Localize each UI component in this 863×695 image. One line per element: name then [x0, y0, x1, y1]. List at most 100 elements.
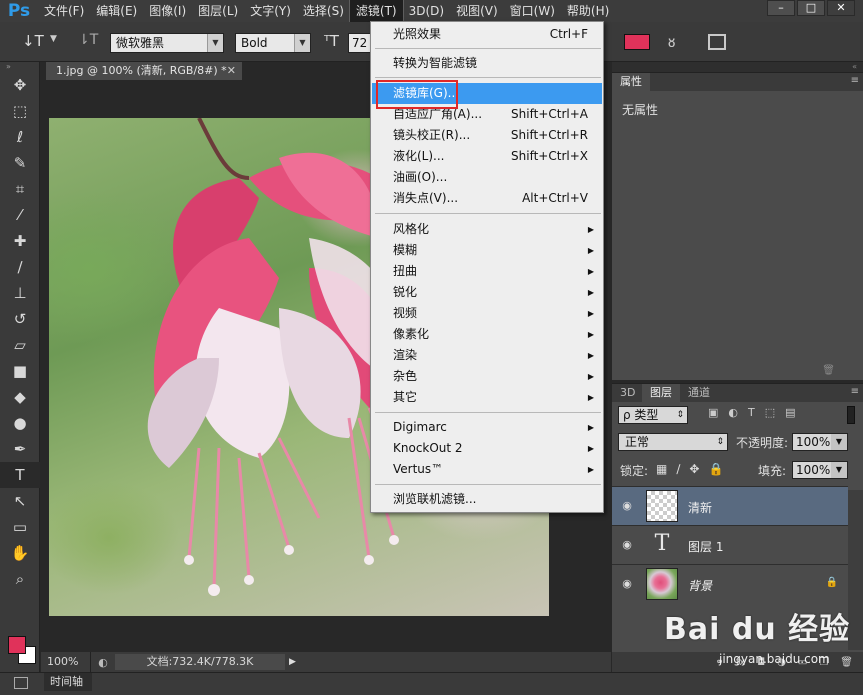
- close-tab-icon[interactable]: ✕: [227, 62, 236, 80]
- menu-item-oil-paint[interactable]: 油画(O)...: [372, 167, 602, 188]
- clone-stamp-tool-icon[interactable]: ⊥: [0, 280, 40, 306]
- menu-item-other[interactable]: 其它 ▶: [372, 387, 602, 408]
- eye-icon[interactable]: ◉: [620, 538, 634, 551]
- trash-icon[interactable]: 🗑: [822, 365, 835, 376]
- maximize-button[interactable]: □: [797, 0, 825, 16]
- type-tool-icon[interactable]: T: [0, 462, 40, 488]
- text-orientation-icon[interactable]: ⇂T: [78, 32, 98, 48]
- menu-window[interactable]: 窗口(W): [504, 0, 561, 22]
- character-panel-icon[interactable]: [708, 34, 726, 50]
- smart-object-filter-icon[interactable]: ▤: [785, 406, 795, 419]
- move-tool-icon[interactable]: ✥: [0, 72, 40, 98]
- blend-mode-select[interactable]: 正常 ⇕: [618, 433, 728, 451]
- rectangle-tool-icon[interactable]: ▭: [0, 514, 40, 540]
- tool-preset-dropdown-icon[interactable]: ▼: [50, 34, 57, 44]
- menu-item-pixelate[interactable]: 像素化 ▶: [372, 324, 602, 345]
- warp-text-icon[interactable]: ᴕ: [668, 32, 675, 52]
- font-family-select[interactable]: 微软雅黑 ▼: [110, 33, 224, 53]
- layer-row[interactable]: ◉ 清新: [612, 486, 848, 525]
- status-info-icon[interactable]: ◐: [91, 656, 115, 669]
- menu-item-video[interactable]: 视频 ▶: [372, 303, 602, 324]
- pixel-filter-icon[interactable]: ▣: [708, 406, 718, 419]
- lock-pixels-icon[interactable]: ∕: [676, 462, 680, 476]
- menu-item-blur[interactable]: 模糊 ▶: [372, 240, 602, 261]
- foreground-color-swatch[interactable]: [8, 636, 26, 654]
- menu-select[interactable]: 选择(S): [297, 0, 350, 22]
- menu-edit[interactable]: 编辑(E): [90, 0, 143, 22]
- font-size-field[interactable]: 72: [348, 33, 372, 53]
- text-color-swatch[interactable]: [624, 34, 650, 50]
- blur-tool-icon[interactable]: ◆: [0, 384, 40, 410]
- healing-brush-tool-icon[interactable]: ✚: [0, 228, 40, 254]
- menu-item-distort[interactable]: 扭曲 ▶: [372, 261, 602, 282]
- menu-item-vanishing-point[interactable]: 消失点(V)... Alt+Ctrl+V: [372, 188, 602, 209]
- adjustment-filter-icon[interactable]: ◐: [728, 406, 738, 419]
- font-style-select[interactable]: Bold ▼: [235, 33, 311, 53]
- tab-3d[interactable]: 3D: [612, 384, 643, 402]
- eyedropper-tool-icon[interactable]: ⁄: [0, 202, 40, 228]
- eye-icon[interactable]: ◉: [620, 499, 634, 512]
- shape-filter-icon[interactable]: ⬚: [765, 406, 775, 419]
- panel-menu-icon[interactable]: ≡: [851, 75, 859, 86]
- menu-item-sharpen[interactable]: 锐化 ▶: [372, 282, 602, 303]
- menu-view[interactable]: 视图(V): [450, 0, 504, 22]
- minimize-button[interactable]: –: [767, 0, 795, 16]
- menu-item-stylize[interactable]: 风格化 ▶: [372, 219, 602, 240]
- timeline-icon[interactable]: [14, 677, 28, 689]
- opacity-field[interactable]: 100% ▼: [792, 433, 848, 451]
- menu-image[interactable]: 图像(I): [143, 0, 192, 22]
- menu-item-knockout[interactable]: KnockOut 2 ▶: [372, 438, 602, 459]
- eye-icon[interactable]: ◉: [620, 577, 634, 590]
- crop-tool-icon[interactable]: ⌗: [0, 176, 40, 202]
- tab-channels[interactable]: 通道: [680, 384, 718, 402]
- tab-layers[interactable]: 图层: [642, 384, 680, 402]
- zoom-tool-icon[interactable]: ⌕: [0, 566, 40, 592]
- menu-item-lighting-effects[interactable]: 光照效果 Ctrl+F: [372, 24, 602, 45]
- menu-item-browse-filters-online[interactable]: 浏览联机滤镜...: [372, 489, 602, 510]
- menu-help[interactable]: 帮助(H): [561, 0, 615, 22]
- brush-tool-icon[interactable]: ∕: [0, 254, 40, 280]
- type-filter-icon[interactable]: T: [748, 406, 755, 419]
- filter-toggle[interactable]: [847, 406, 855, 424]
- zoom-level[interactable]: 100%: [41, 652, 91, 672]
- lasso-tool-icon[interactable]: ℓ: [0, 124, 40, 150]
- fill-field[interactable]: 100% ▼: [792, 461, 848, 479]
- menu-item-digimarc[interactable]: Digimarc ▶: [372, 417, 602, 438]
- menu-item-noise[interactable]: 杂色 ▶: [372, 366, 602, 387]
- menu-item-convert-smart-filter[interactable]: 转换为智能滤镜: [372, 53, 602, 74]
- panel-menu-icon[interactable]: ≡: [851, 386, 859, 397]
- status-menu-arrow-icon[interactable]: ▶: [289, 657, 296, 667]
- eraser-tool-icon[interactable]: ▱: [0, 332, 40, 358]
- tab-properties[interactable]: 属性: [612, 73, 650, 91]
- dodge-tool-icon[interactable]: ●: [0, 410, 40, 436]
- layer-filter-select[interactable]: ρ 类型 ⇕: [618, 406, 688, 424]
- path-selection-tool-icon[interactable]: ↖: [0, 488, 40, 514]
- menu-3d[interactable]: 3D(D): [403, 0, 450, 22]
- quick-select-tool-icon[interactable]: ✎: [0, 150, 40, 176]
- menu-item-render[interactable]: 渲染 ▶: [372, 345, 602, 366]
- pen-tool-icon[interactable]: ✒: [0, 436, 40, 462]
- layers-scrollbar[interactable]: [848, 490, 863, 650]
- menu-file[interactable]: 文件(F): [38, 0, 90, 22]
- timeline-tab[interactable]: 时间轴: [44, 673, 92, 691]
- close-button[interactable]: ✕: [827, 0, 855, 16]
- marquee-tool-icon[interactable]: ⬚: [0, 98, 40, 124]
- layer-row[interactable]: ◉ 背景 🔒: [612, 564, 848, 603]
- hand-tool-icon[interactable]: ✋: [0, 540, 40, 566]
- menu-item-liquify[interactable]: 液化(L)... Shift+Ctrl+X: [372, 146, 602, 167]
- menu-layer[interactable]: 图层(L): [192, 0, 244, 22]
- history-brush-tool-icon[interactable]: ↺: [0, 306, 40, 332]
- panel-collapse-grip-icon[interactable]: «: [612, 62, 863, 72]
- toolbox-grip-icon[interactable]: »: [0, 62, 39, 72]
- menu-filter[interactable]: 滤镜(T): [348, 0, 404, 23]
- menu-type[interactable]: 文字(Y): [244, 0, 297, 22]
- menu-item-lens-correction[interactable]: 镜头校正(R)... Shift+Ctrl+R: [372, 125, 602, 146]
- lock-transparency-icon[interactable]: ▦: [656, 462, 667, 476]
- gradient-tool-icon[interactable]: ■: [0, 358, 40, 384]
- lock-position-icon[interactable]: ✥: [689, 462, 699, 476]
- menu-item-vertus[interactable]: Vertus™ ▶: [372, 459, 602, 480]
- lock-all-icon[interactable]: 🔒: [708, 462, 723, 476]
- delete-layer-icon[interactable]: 🗑: [840, 657, 853, 668]
- type-tool-icon[interactable]: ↓T: [22, 32, 44, 50]
- document-tab[interactable]: 1.jpg @ 100% (清新, RGB/8#) * ✕: [46, 62, 242, 80]
